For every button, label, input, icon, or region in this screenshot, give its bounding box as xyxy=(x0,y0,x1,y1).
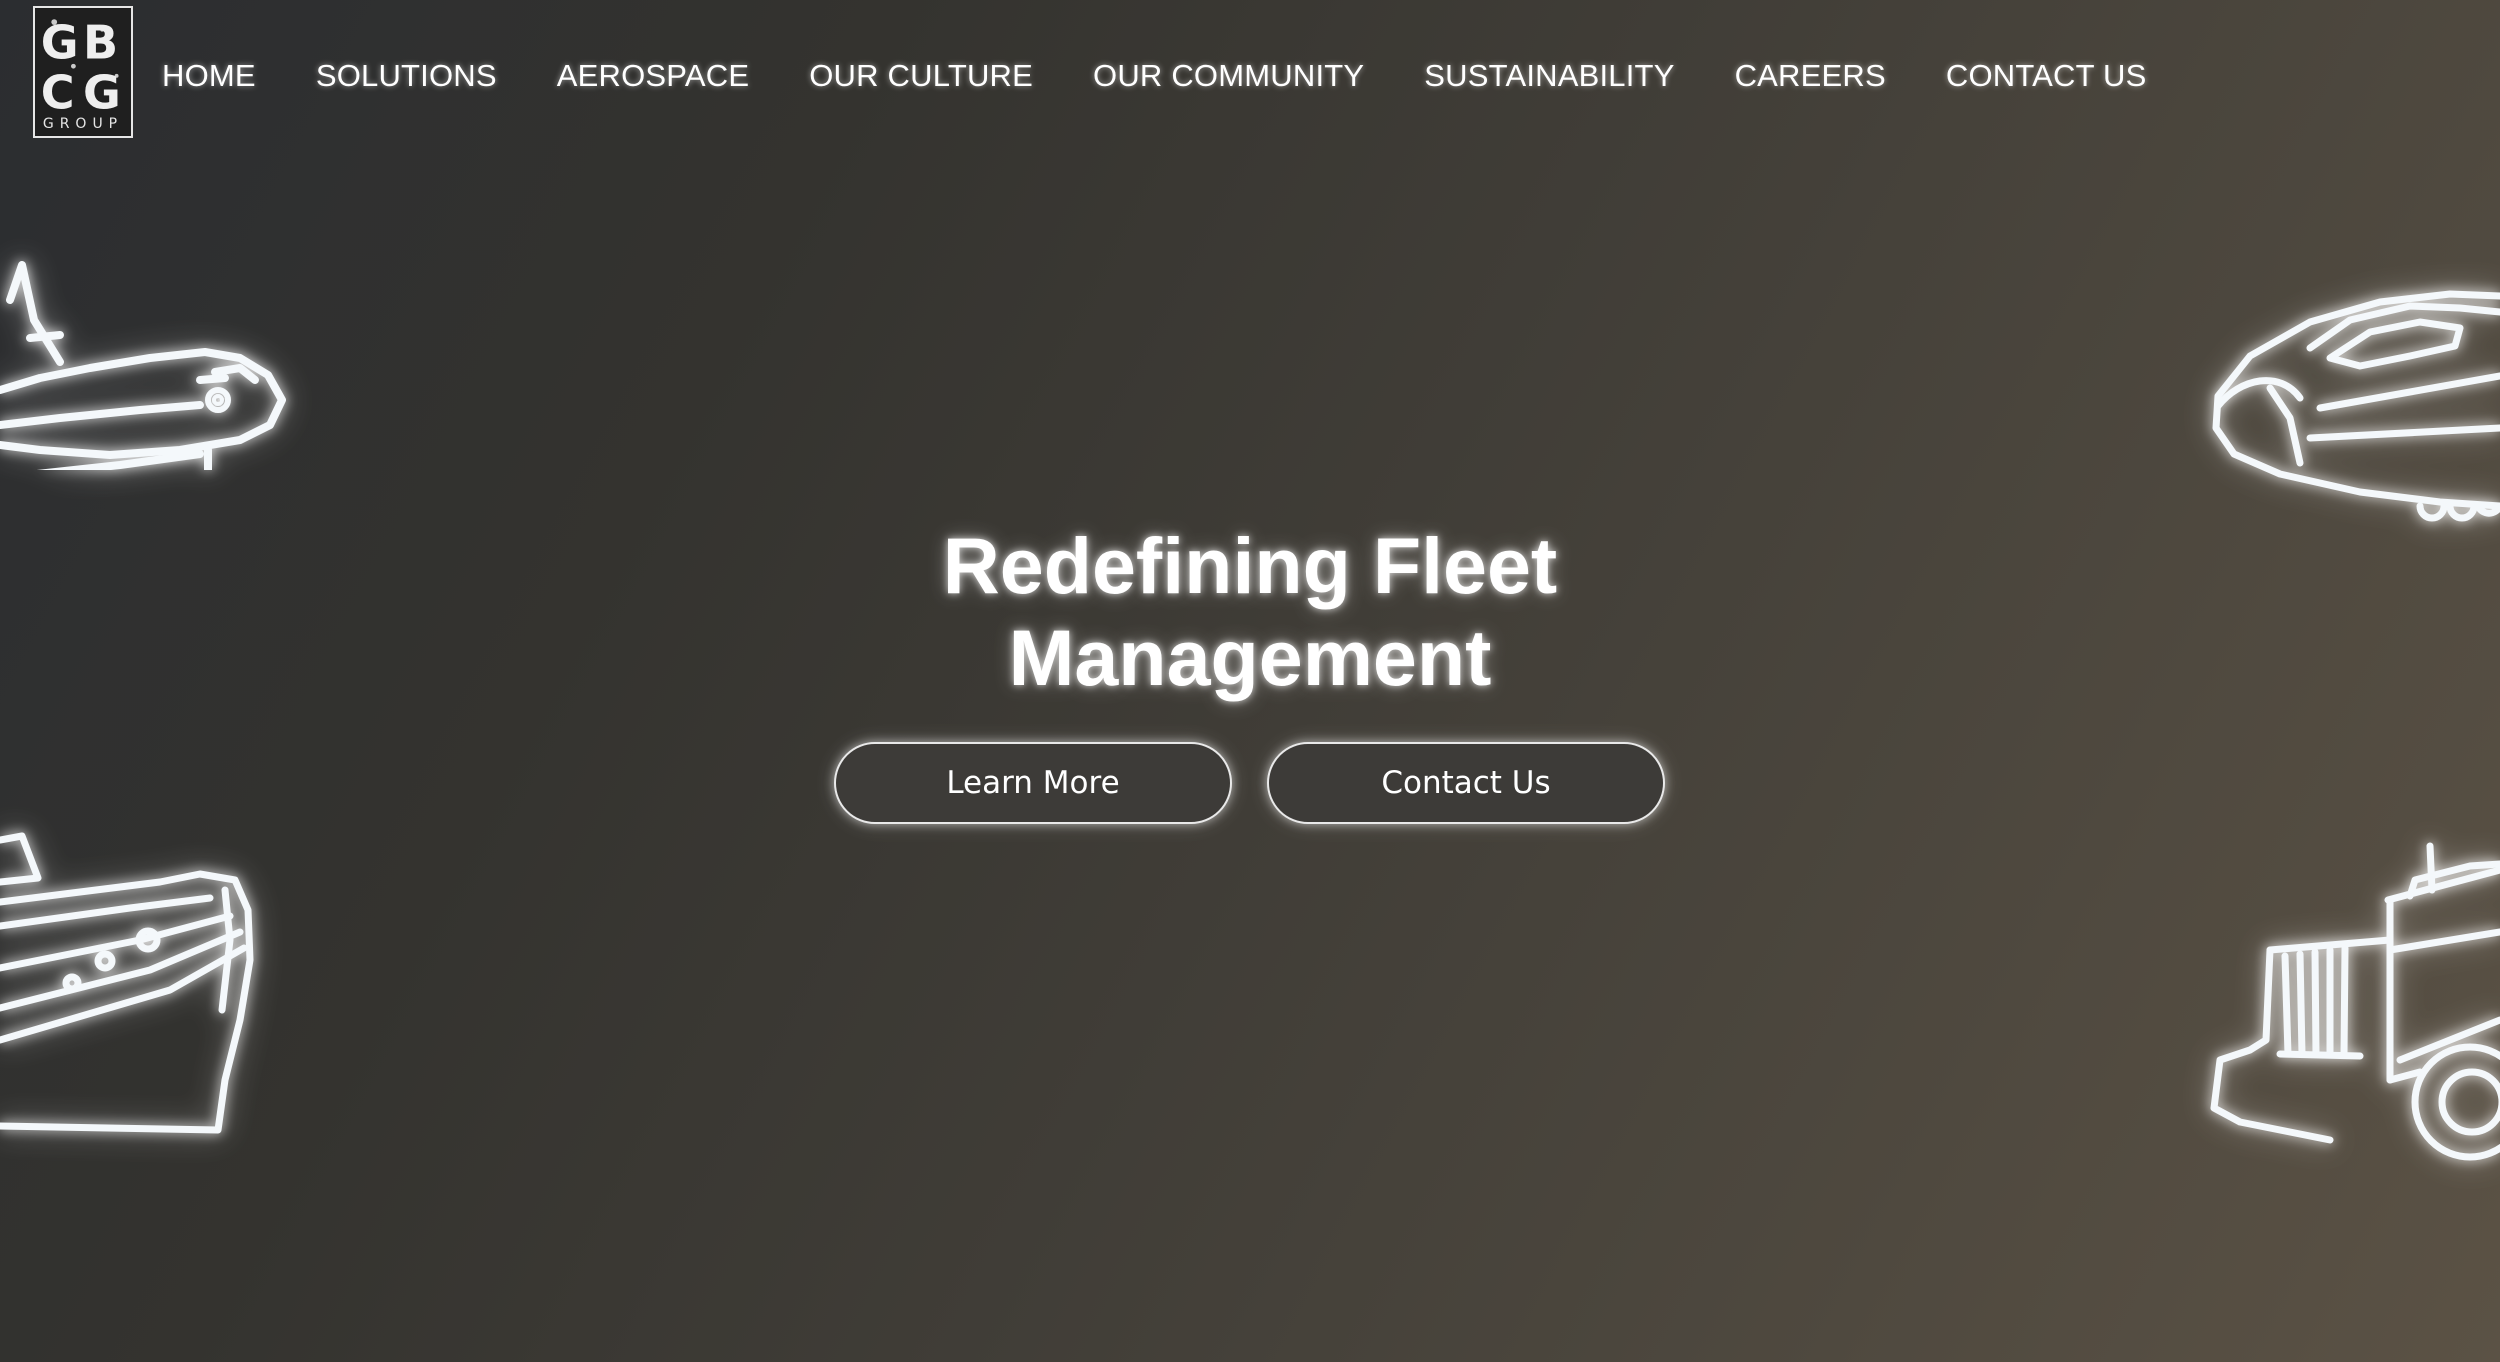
svg-text:B: B xyxy=(83,16,118,70)
logo-word: GROUP xyxy=(42,116,124,132)
nav-home[interactable]: HOME xyxy=(162,58,256,94)
svg-text:C: C xyxy=(41,65,75,119)
hero-section: Redefining Fleet Management Learn More C… xyxy=(0,520,2500,824)
nav-solutions[interactable]: SOLUTIONS xyxy=(316,58,497,94)
svg-text:G: G xyxy=(41,16,79,70)
hero-title-line1: Redefining Fleet xyxy=(942,521,1558,610)
space-shuttle-icon xyxy=(0,261,286,470)
nav-aerospace[interactable]: AEROSPACE xyxy=(557,58,749,94)
bullet-train-icon xyxy=(2212,290,2500,522)
nav-sustainability[interactable]: SUSTAINABILITY xyxy=(1424,58,1674,94)
learn-more-button[interactable]: Learn More xyxy=(834,742,1232,824)
cruise-ship-icon xyxy=(0,832,254,1134)
svg-text:G: G xyxy=(83,65,121,119)
nav-our-community[interactable]: OUR COMMUNITY xyxy=(1093,58,1364,94)
hero-title-line2: Management xyxy=(1008,613,1492,702)
hero-title: Redefining Fleet Management xyxy=(840,520,1660,704)
contact-us-button[interactable]: Contact Us xyxy=(1267,742,1665,824)
nav-careers[interactable]: CAREERS xyxy=(1735,58,1886,94)
main-nav: HOME SOLUTIONS AEROSPACE OUR CULTURE OUR… xyxy=(162,54,2147,98)
hero-buttons: Learn More Contact Us xyxy=(834,742,1665,824)
nav-contact-us[interactable]: CONTACT US xyxy=(1946,58,2147,94)
nav-our-culture[interactable]: OUR CULTURE xyxy=(809,58,1033,94)
hero-page: G B C G GROUP HOME SOLUTIONS AEROSPACE O… xyxy=(0,0,2500,1362)
semi-truck-icon xyxy=(2210,842,2500,1161)
brand-logo[interactable]: G B C G GROUP xyxy=(33,6,133,138)
